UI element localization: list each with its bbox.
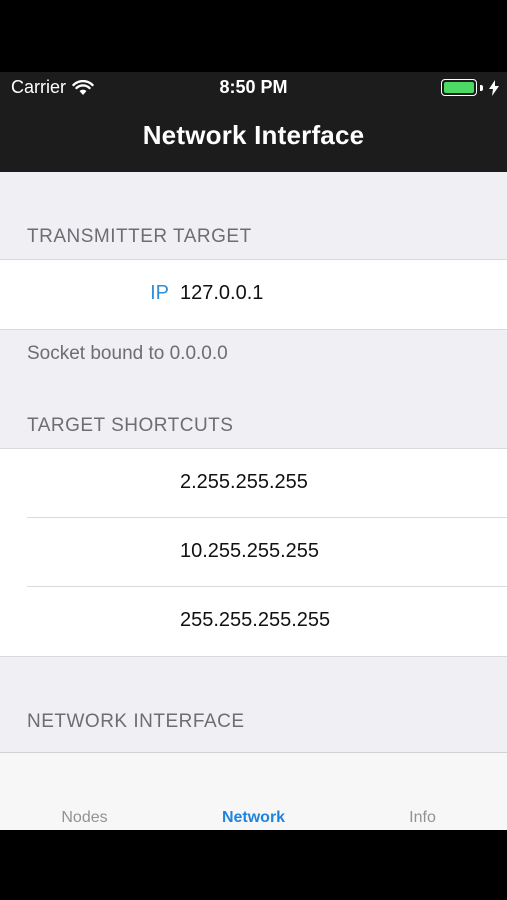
section-header-transmitter-target: TRANSMITTER TARGET (27, 226, 252, 247)
battery-level (444, 82, 474, 93)
charging-bolt-icon (489, 79, 499, 96)
tab-nodes[interactable]: Nodes (0, 809, 169, 827)
shortcut-value: 10.255.255.255 (180, 540, 320, 562)
battery-icon (441, 79, 477, 96)
target-shortcuts-group: 2.255.255.255 10.255.255.255 255.255.255… (0, 448, 507, 657)
status-bar: Carrier 8:50 PM (0, 72, 507, 104)
tab-info[interactable]: Info (338, 809, 507, 827)
tab-network[interactable]: Network (169, 809, 338, 827)
letterbox-bottom (0, 830, 507, 900)
shortcut-value: 255.255.255.255 (180, 609, 331, 631)
ip-field[interactable]: 127.0.0.1 (180, 282, 263, 305)
ip-label: IP (150, 282, 169, 304)
socket-bound-text: Socket bound to 0.0.0.0 (27, 343, 228, 364)
tab-bar: Nodes Network Info (0, 752, 507, 830)
status-time: 8:50 PM (219, 77, 288, 97)
page-title: Network Interface (142, 120, 365, 150)
app-screen: Carrier 8:50 PM Network Interface TRANSM (0, 72, 507, 830)
shortcut-row[interactable]: 2.255.255.255 (0, 449, 507, 518)
shortcut-row[interactable]: 10.255.255.255 (0, 518, 507, 587)
transmitter-target-group: IP 127.0.0.1 (0, 259, 507, 330)
shortcut-row[interactable]: 255.255.255.255 (0, 587, 507, 656)
section-header-network-interface: NETWORK INTERFACE (27, 711, 245, 732)
shortcut-value: 2.255.255.255 (180, 471, 308, 493)
battery-cap (480, 84, 483, 91)
section-header-target-shortcuts: TARGET SHORTCUTS (27, 415, 234, 436)
battery-indicator (441, 79, 499, 96)
ip-row[interactable]: IP 127.0.0.1 (0, 260, 507, 329)
navigation-bar: Carrier 8:50 PM Network Interface (0, 72, 507, 172)
letterbox-top (0, 0, 507, 72)
